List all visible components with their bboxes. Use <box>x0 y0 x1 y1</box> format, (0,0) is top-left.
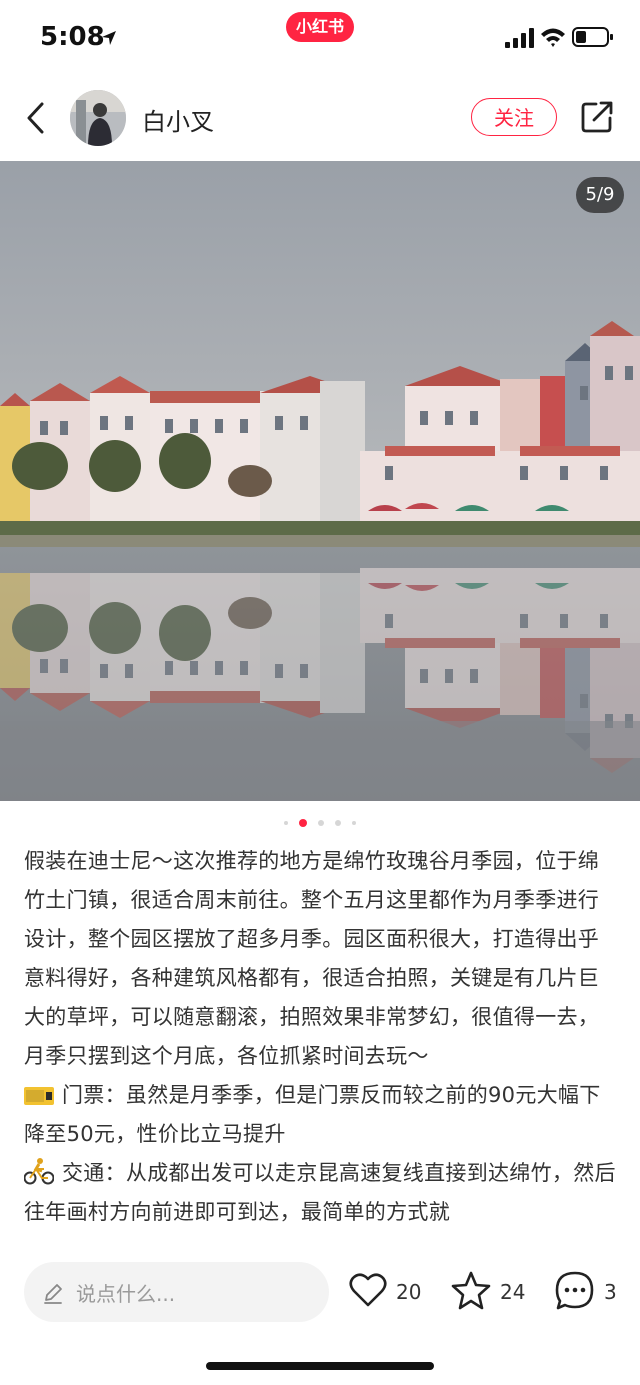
pencil-icon <box>44 1284 62 1304</box>
comment-count: 3 <box>604 1280 617 1304</box>
status-bar: 5:08 小红书 <box>0 0 640 72</box>
heart-icon <box>349 1273 387 1307</box>
app-badge: 小红书 <box>286 12 354 42</box>
collect-button[interactable]: 24 <box>450 1270 530 1314</box>
avatar-image <box>70 90 126 146</box>
cyclist-icon <box>24 1158 54 1185</box>
pagination-dot <box>335 819 342 826</box>
note-photo[interactable]: 5/9 <box>0 161 640 801</box>
ticket-line: 门票：虽然是月季季，但是门票反而较之前的90元大幅下降至50元，性价比立马提升 <box>24 1076 616 1154</box>
transport-line: 交通：从成都出发可以走京昆高速复线直接到达绵竹，然后往年画村方向前进即可到达，最… <box>24 1154 616 1232</box>
photo-image <box>0 161 640 801</box>
image-pagination <box>0 812 640 828</box>
author-name[interactable]: 白小叉 <box>142 102 214 137</box>
share-icon[interactable] <box>580 100 614 134</box>
back-arrow-icon[interactable] <box>22 100 50 136</box>
follow-button[interactable]: 关注 <box>471 98 557 136</box>
collect-count: 24 <box>500 1280 526 1304</box>
transport-text: 交通：从成都出发可以走京昆高速复线直接到达绵竹，然后往年画村方向前进即可到达，最… <box>24 1161 616 1224</box>
like-count: 20 <box>396 1280 422 1304</box>
cellular-signal-icon <box>505 28 534 48</box>
content-paragraph: 假装在迪士尼～这次推荐的地方是绵竹玫瑰谷月季园，位于绵竹土门镇，很适合周末前往。… <box>24 849 600 1068</box>
like-button[interactable]: 20 <box>348 1270 428 1314</box>
star-icon <box>451 1271 491 1310</box>
battery-icon <box>572 27 613 47</box>
pagination-dot <box>283 820 288 825</box>
chat-bubble-icon <box>555 1271 594 1310</box>
note-content: 假装在迪士尼～这次推荐的地方是绵竹玫瑰谷月季园，位于绵竹土门镇，很适合周末前往。… <box>24 842 616 1252</box>
ticket-text: 门票：虽然是月季季，但是门票反而较之前的90元大幅下降至50元，性价比立马提升 <box>24 1083 601 1146</box>
pagination-dot-active <box>298 818 307 827</box>
pagination-dot <box>318 819 324 826</box>
author-avatar[interactable] <box>70 90 126 146</box>
comment-input[interactable]: 说点什么... <box>24 1262 329 1322</box>
comment-button[interactable]: 3 <box>554 1270 624 1314</box>
pagination-dot <box>352 820 357 825</box>
wifi-icon <box>541 28 565 47</box>
comment-placeholder: 说点什么... <box>76 1282 176 1306</box>
note-header: 白小叉 关注 <box>0 72 640 162</box>
status-time: 5:08 <box>40 22 105 52</box>
ticket-icon <box>24 1087 54 1105</box>
location-arrow-icon <box>102 31 116 45</box>
image-counter: 5/9 <box>576 177 624 213</box>
home-indicator[interactable] <box>206 1362 434 1370</box>
